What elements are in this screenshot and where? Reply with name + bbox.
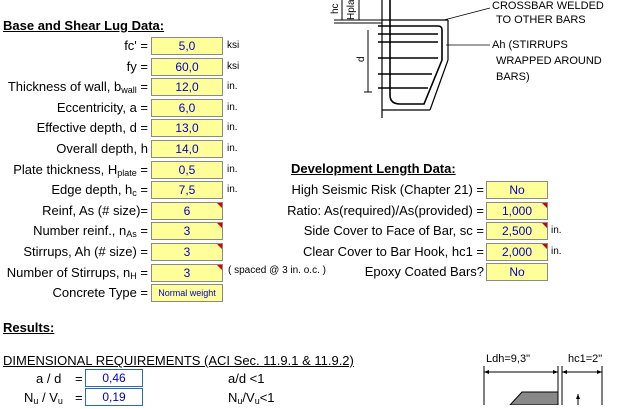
base-input-value-text: 3 [183, 245, 191, 259]
base-input-label: Thickness of wall, bwall = [7, 79, 148, 95]
diagram-note-crossbar-2: TO OTHER BARS [496, 14, 586, 26]
base-input-label: Stirrups, Ah (# size) = [23, 244, 148, 259]
dev-input-value-text: 2,000 [501, 245, 533, 259]
dev-input-label: High Seismic Risk (Chapter 21) = [291, 182, 484, 197]
comment-indicator [542, 244, 547, 249]
base-input-label: Reinf, As (# size)= [42, 203, 148, 218]
comment-indicator [217, 265, 222, 270]
comment-indicator [217, 244, 222, 249]
diagram-hc-label: hc [330, 3, 341, 14]
result-ad-eq: = [75, 371, 83, 386]
base-input-label: Number reinf., nAs = [33, 223, 148, 239]
base-input-value-text: 13,0 [175, 121, 199, 135]
base-input-value[interactable]: 60,0 [151, 58, 223, 76]
base-input-label: Overall depth, h [56, 141, 148, 156]
diagram-d-label: d [356, 56, 367, 62]
result-nv-label: Nu / Vu [24, 390, 63, 406]
dev-input-label: Ratio: As(required)/As(provided) = [287, 203, 484, 218]
ldh-label: Ldh=9,3" [486, 353, 530, 365]
base-input-value-text: 6,0 [178, 101, 196, 115]
base-input-unit: ksi [227, 40, 240, 51]
base-input-value[interactable]: 6 [151, 202, 223, 220]
result-nv-check: Nu/Vu<1 [228, 390, 275, 406]
base-input-value[interactable]: 0,5 [151, 161, 223, 179]
base-input-unit: in. [227, 184, 238, 195]
base-input-unit: in. [227, 102, 238, 113]
base-input-value[interactable]: 3 [151, 222, 223, 240]
hc1-label: hc1=2" [568, 353, 603, 365]
base-input-value-text: Normal weight [158, 288, 216, 298]
dev-data-title: Development Length Data: [291, 161, 456, 176]
result-nv-eq: = [75, 390, 83, 405]
base-data-title: Base and Shear Lug Data: [3, 18, 165, 33]
diagram-note-crossbar-1: CROSSBAR WELDED [492, 0, 604, 12]
result-nv-value: 0,19 [85, 388, 143, 406]
dev-input-value[interactable]: No [486, 181, 548, 199]
diagram-hplate-label: Hplate [346, 0, 357, 20]
dev-input-unit: in. [551, 246, 562, 257]
comment-indicator [542, 203, 547, 208]
result-ad-value: 0,46 [85, 369, 143, 387]
comment-indicator [217, 223, 222, 228]
base-input-label: Concrete Type = [52, 285, 148, 300]
dev-input-value-text: 1,000 [501, 204, 533, 218]
dev-input-label: Epoxy Coated Bars? [364, 264, 484, 279]
dev-input-label: Side Cover to Face of Bar, sc = [303, 223, 484, 238]
base-input-value-text: 5,0 [178, 39, 196, 53]
base-input-label: fy = [126, 59, 148, 74]
base-input-value[interactable]: 7,5 [151, 181, 223, 199]
dev-input-value-text: 2,500 [501, 224, 533, 238]
result-ad-check: a/d <1 [228, 371, 265, 386]
base-input-unit: in. [227, 143, 238, 154]
dev-input-value[interactable]: 2,500 [486, 222, 548, 240]
dev-input-value[interactable]: 2,000 [486, 243, 548, 261]
base-input-value[interactable]: 6,0 [151, 99, 223, 117]
results-title: Results: [3, 320, 55, 335]
base-input-value-text: 14,0 [175, 142, 199, 156]
dev-input-value[interactable]: 1,000 [486, 202, 548, 220]
comment-indicator [542, 223, 547, 228]
base-input-value[interactable]: 12,0 [151, 78, 223, 96]
base-input-value[interactable]: Normal weight [151, 284, 223, 302]
base-input-value-text: 3 [183, 266, 191, 280]
diagram-note-stirrups-1: Ah (STIRRUPS [492, 39, 568, 51]
base-input-value-text: 7,5 [178, 183, 196, 197]
base-input-label: Plate thickness, Hplate = [13, 162, 148, 178]
base-input-value-text: 3 [183, 224, 191, 238]
base-input-label: Eccentricity, a = [56, 100, 148, 115]
base-input-value[interactable]: 3 [151, 243, 223, 261]
base-input-label: fc' = [124, 38, 148, 53]
base-input-value[interactable]: 14,0 [151, 140, 223, 158]
base-input-value[interactable]: 3 [151, 264, 223, 282]
diagram-note-stirrups-2: WRAPPED AROUND [496, 55, 602, 67]
base-input-label: Edge depth, hc = [51, 182, 148, 198]
base-input-unit: ksi [227, 61, 240, 72]
dimensional-heading: DIMENSIONAL REQUIREMENTS (ACI Sec. 11.9.… [3, 353, 354, 368]
result-ad-label: a / d [36, 371, 62, 386]
base-input-value-text: 6 [183, 204, 191, 218]
comment-indicator [217, 203, 222, 208]
base-input-unit: in. [227, 81, 238, 92]
base-input-label: Effective depth, d = [36, 120, 148, 135]
base-input-value-text: 60,0 [175, 60, 199, 74]
base-input-value[interactable]: 5,0 [151, 37, 223, 55]
base-input-value-text: 0,5 [178, 163, 196, 177]
dev-input-value-text: No [509, 183, 525, 197]
base-input-value-text: 12,0 [175, 80, 199, 94]
dev-input-value[interactable]: No [486, 263, 548, 281]
base-input-value[interactable]: 13,0 [151, 119, 223, 137]
diagram-note-stirrups-3: BARS) [496, 71, 530, 83]
dev-input-unit: in. [551, 225, 562, 236]
base-input-label: Number of Stirrups, nH = [6, 265, 148, 281]
dev-input-value-text: No [509, 265, 525, 279]
base-input-unit: in. [227, 164, 238, 175]
base-input-unit: in. [227, 122, 238, 133]
dev-input-label: Clear Cover to Bar Hook, hc1 = [303, 244, 484, 259]
